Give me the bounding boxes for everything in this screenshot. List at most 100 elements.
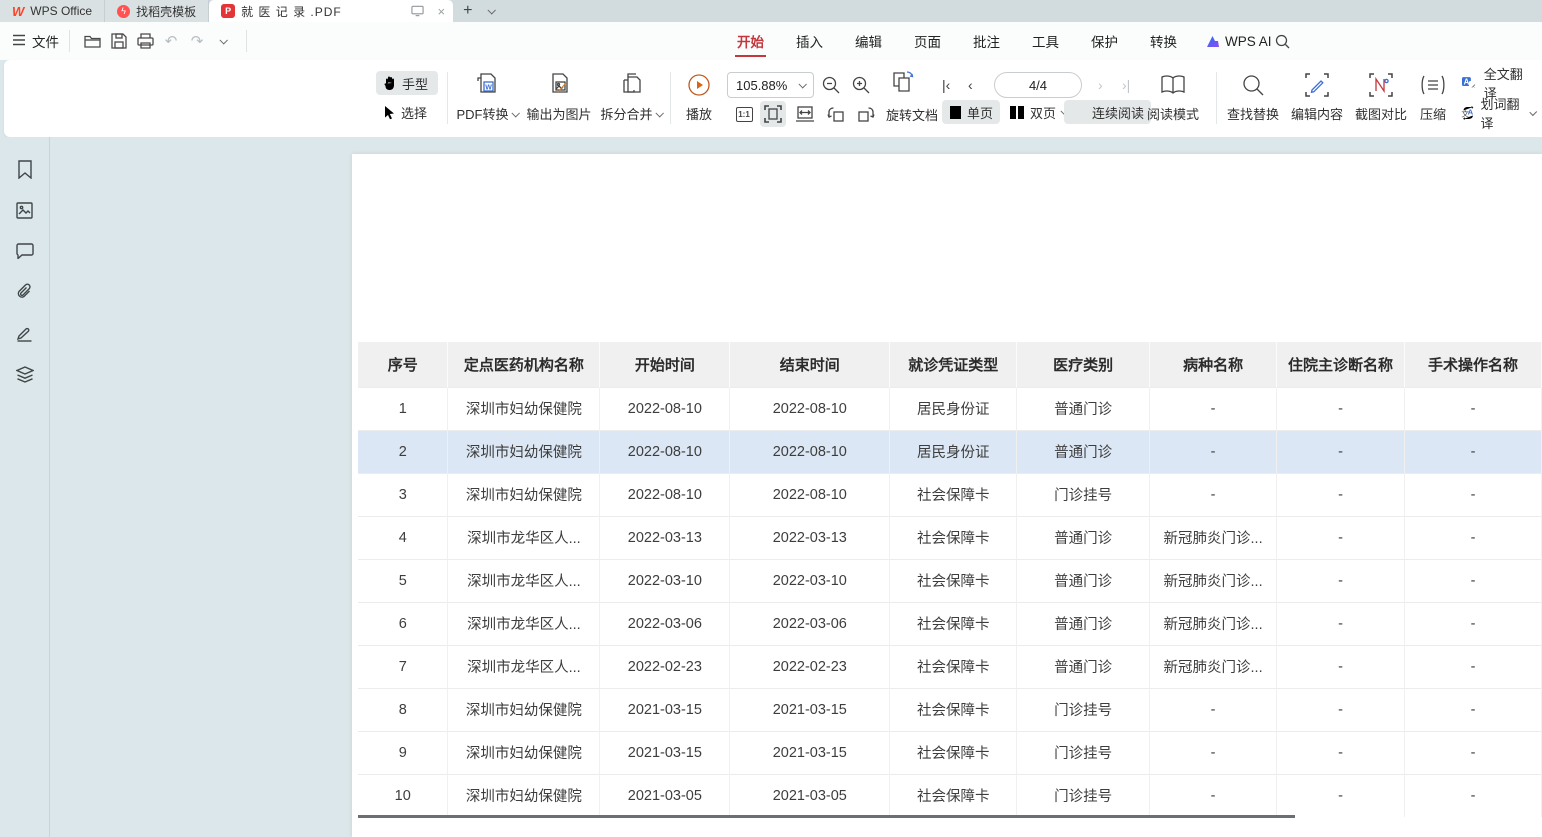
table-cell: - bbox=[1277, 387, 1405, 430]
wps-ai-button[interactable]: WPS AI bbox=[1205, 34, 1272, 49]
edit-content-button[interactable]: 编辑内容 bbox=[1286, 69, 1348, 123]
table-cell: - bbox=[1277, 774, 1405, 817]
hand-tool-button[interactable]: 手型 bbox=[376, 71, 438, 95]
table-cell: - bbox=[1404, 516, 1541, 559]
rotate-right-icon[interactable] bbox=[853, 101, 879, 127]
screenshot-compare-button[interactable]: 截图对比 bbox=[1350, 69, 1412, 123]
table-cell: 2022-08-10 bbox=[600, 473, 730, 516]
edit-content-label: 编辑内容 bbox=[1291, 104, 1343, 123]
actual-size-button[interactable]: 1:1 bbox=[731, 101, 757, 127]
column-header: 住院主诊断名称 bbox=[1277, 342, 1405, 387]
table-cell: 居民身份证 bbox=[890, 387, 1017, 430]
play-slideshow-button[interactable]: 播放 bbox=[676, 69, 722, 123]
tab-home[interactable]: 开始 bbox=[733, 23, 768, 59]
ribbon-toolbar: 手型 选择 W PDF转换 输出为图片 拆分合并 bbox=[4, 60, 1542, 137]
table-cell: 门诊挂号 bbox=[1017, 731, 1150, 774]
table-row: 7深圳市龙华区人...2022-02-232022-02-23社会保障卡普通门诊… bbox=[358, 645, 1542, 688]
open-file-icon[interactable] bbox=[80, 28, 106, 54]
export-as-image-button[interactable]: 输出为图片 bbox=[522, 69, 596, 123]
previous-page-button[interactable]: ‹ bbox=[968, 72, 973, 98]
tab-pdf-document[interactable]: P 就 医 记 录 .PDF × bbox=[209, 0, 453, 22]
table-cell: 2021-03-05 bbox=[600, 774, 730, 817]
document-area: 序号定点医药机构名称开始时间结束时间就诊凭证类型医疗类别病种名称住院主诊断名称手… bbox=[0, 137, 1542, 837]
wps-ai-icon bbox=[1205, 35, 1220, 48]
bookmark-icon[interactable] bbox=[13, 157, 37, 181]
pdf-convert-icon: W bbox=[475, 69, 499, 101]
attachment-icon[interactable] bbox=[13, 280, 37, 304]
find-replace-button[interactable]: 查找替换 bbox=[1222, 69, 1284, 123]
file-menu-button[interactable]: 文件 bbox=[12, 31, 59, 51]
file-menu-label: 文件 bbox=[32, 31, 59, 51]
one-to-one-icon: 1:1 bbox=[736, 107, 753, 122]
redo-icon[interactable]: ↷ bbox=[184, 28, 210, 54]
wps-ai-label: WPS AI bbox=[1225, 34, 1272, 49]
tab-annotate[interactable]: 批注 bbox=[969, 23, 1004, 59]
table-cell: - bbox=[1404, 602, 1541, 645]
table-cell: 新冠肺炎门诊... bbox=[1150, 559, 1277, 602]
monitor-icon[interactable] bbox=[411, 5, 424, 17]
comment-icon[interactable] bbox=[13, 239, 37, 263]
page-number-input-box[interactable] bbox=[994, 72, 1082, 98]
pdf-convert-label: PDF转换 bbox=[456, 104, 508, 123]
hand-icon bbox=[383, 76, 397, 91]
fit-page-button[interactable] bbox=[760, 101, 786, 127]
fit-width-button[interactable] bbox=[792, 101, 818, 127]
replace-pages-icon[interactable] bbox=[890, 69, 916, 95]
print-icon[interactable] bbox=[132, 28, 158, 54]
ribbon-search-icon[interactable] bbox=[1270, 29, 1294, 53]
undo-icon[interactable]: ↶ bbox=[158, 28, 184, 54]
wps-logo-icon: W bbox=[12, 4, 24, 19]
compress-button[interactable]: 压缩 bbox=[1410, 69, 1456, 123]
table-row: 4深圳市龙华区人...2022-03-132022-03-13社会保障卡普通门诊… bbox=[358, 516, 1542, 559]
tab-tools[interactable]: 工具 bbox=[1028, 23, 1063, 59]
last-page-button[interactable]: ›| bbox=[1122, 72, 1130, 98]
double-page-icon bbox=[1009, 105, 1025, 120]
tab-edit[interactable]: 编辑 bbox=[851, 23, 886, 59]
table-cell: 10 bbox=[358, 774, 448, 817]
first-page-button[interactable]: |‹ bbox=[942, 72, 950, 98]
split-merge-button[interactable]: 拆分合并 bbox=[598, 69, 664, 123]
tab-protect[interactable]: 保护 bbox=[1087, 23, 1122, 59]
word-translate-button[interactable]: A文 划词翻译 bbox=[1454, 101, 1542, 125]
table-cell: 居民身份证 bbox=[890, 430, 1017, 473]
continuous-reading-button[interactable]: 连续阅读 bbox=[1064, 100, 1151, 124]
select-tool-label: 选择 bbox=[401, 103, 427, 122]
hamburger-icon bbox=[12, 34, 26, 49]
table-cell: 普通门诊 bbox=[1017, 645, 1150, 688]
left-panel-bar bbox=[0, 137, 49, 837]
layers-icon[interactable] bbox=[13, 362, 37, 386]
table-row: 3深圳市妇幼保健院2022-08-102022-08-10社会保障卡门诊挂号--… bbox=[358, 473, 1542, 516]
tab-convert[interactable]: 转换 bbox=[1146, 23, 1181, 59]
table-cell: 新冠肺炎门诊... bbox=[1150, 516, 1277, 559]
close-tab-icon[interactable]: × bbox=[438, 4, 446, 19]
table-row: 9深圳市妇幼保健院2021-03-152021-03-15社会保障卡门诊挂号--… bbox=[358, 731, 1542, 774]
single-page-button[interactable]: 单页 bbox=[942, 100, 1000, 124]
pdf-page[interactable]: 序号定点医药机构名称开始时间结束时间就诊凭证类型医疗类别病种名称住院主诊断名称手… bbox=[352, 154, 1542, 837]
table-cell: - bbox=[1404, 559, 1541, 602]
table-cell: - bbox=[1150, 387, 1277, 430]
rotate-document-button[interactable]: 旋转文档 bbox=[886, 101, 938, 127]
table-cell: 新冠肺炎门诊... bbox=[1150, 645, 1277, 688]
thumbnail-icon[interactable] bbox=[13, 198, 37, 222]
new-tab-button[interactable]: + bbox=[453, 0, 482, 22]
compress-label: 压缩 bbox=[1420, 104, 1446, 123]
signature-icon[interactable] bbox=[13, 321, 37, 345]
read-mode-button[interactable]: 阅读模式 bbox=[1142, 69, 1204, 123]
save-icon[interactable] bbox=[106, 28, 132, 54]
zoom-in-icon[interactable] bbox=[848, 72, 874, 98]
tab-docer-templates[interactable]: ϟ 找稻壳模板 bbox=[105, 0, 209, 22]
quickbar-chevron-icon[interactable] bbox=[210, 28, 236, 54]
tab-list-chevron-icon[interactable] bbox=[482, 0, 500, 22]
page-number-input[interactable] bbox=[1008, 78, 1068, 93]
tab-wps-office[interactable]: W WPS Office bbox=[0, 0, 105, 22]
tab-page[interactable]: 页面 bbox=[910, 23, 945, 59]
rotate-left-icon[interactable] bbox=[823, 101, 849, 127]
fit-page-icon bbox=[764, 105, 782, 123]
pdf-convert-button[interactable]: W PDF转换 bbox=[454, 69, 520, 123]
zoom-out-icon[interactable] bbox=[818, 72, 844, 98]
zoom-level-select[interactable]: 105.88% bbox=[727, 72, 814, 98]
next-page-button[interactable]: › bbox=[1098, 72, 1103, 98]
select-tool-button[interactable]: 选择 bbox=[376, 100, 438, 124]
tab-insert[interactable]: 插入 bbox=[792, 23, 827, 59]
full-text-translate-button[interactable]: A 全文翻译 bbox=[1454, 71, 1542, 95]
